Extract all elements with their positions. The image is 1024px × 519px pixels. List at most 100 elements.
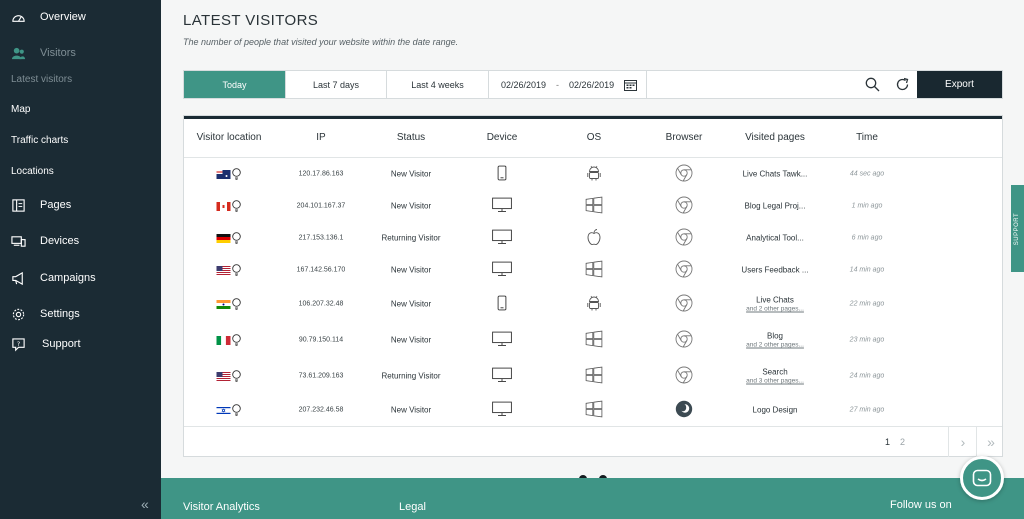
col-visited-pages[interactable]: Visited pages — [745, 132, 805, 143]
next-page-button[interactable]: › — [948, 427, 977, 457]
support-tab[interactable]: SUPPORT — [1011, 185, 1024, 272]
android-icon — [587, 295, 601, 311]
visitor-location-cell[interactable] — [216, 264, 242, 276]
page-1-link[interactable]: 1 — [885, 437, 890, 447]
last-page-button[interactable]: » — [976, 427, 1005, 457]
sidebar-item-devices[interactable]: Devices — [0, 233, 161, 249]
visited-page-title[interactable]: Live Chats — [746, 296, 804, 305]
more-pages-link[interactable]: and 2 other pages... — [746, 342, 804, 349]
visitor-location-cell[interactable] — [216, 168, 242, 180]
visitor-location-cell[interactable] — [216, 404, 242, 416]
visited-pages-cell[interactable]: Blog Legal Proj... — [745, 202, 806, 211]
device-cell — [492, 229, 512, 247]
chat-icon — [972, 469, 992, 487]
sidebar-item-latest-visitors[interactable]: Latest visitors — [0, 72, 161, 86]
sidebar-item-map[interactable]: Map — [0, 102, 161, 116]
chrome-icon — [675, 196, 693, 214]
col-device[interactable]: Device — [487, 132, 518, 143]
sidebar-item-label: Campaigns — [40, 272, 96, 284]
date-from[interactable]: 02/26/2019 — [501, 80, 546, 90]
visited-pages-cell[interactable]: Users Feedback ... — [741, 266, 808, 275]
sidebar-item-traffic-charts[interactable]: Traffic charts — [0, 133, 161, 147]
col-visitor-location[interactable]: Visitor location — [197, 132, 262, 143]
sidebar-item-label: Locations — [11, 165, 54, 177]
date-range-picker[interactable]: 02/26/2019 - 02/26/2019 — [489, 71, 647, 98]
os-cell — [587, 295, 601, 313]
visited-pages-cell[interactable]: Analytical Tool... — [746, 234, 804, 243]
calendar-icon[interactable] — [624, 79, 638, 91]
sidebar-item-label: Traffic charts — [11, 134, 69, 146]
visited-pages-cell[interactable]: Blog and 2 other pages... — [746, 332, 804, 349]
refresh-icon[interactable] — [887, 71, 917, 98]
sidebar-item-support[interactable]: ? Support — [0, 336, 161, 352]
visited-page-title[interactable]: Blog Legal Proj... — [745, 202, 806, 211]
last-4-weeks-button[interactable]: Last 4 weeks — [387, 71, 489, 98]
browser-cell — [675, 366, 693, 386]
date-to[interactable]: 02/26/2019 — [569, 80, 614, 90]
sidebar-item-campaigns[interactable]: Campaigns — [0, 270, 161, 286]
desktop-icon — [492, 331, 512, 346]
desktop-icon — [492, 401, 512, 416]
time-cell: 44 sec ago — [849, 170, 885, 178]
visitor-location-cell[interactable] — [216, 298, 242, 310]
visited-pages-cell[interactable]: Search and 3 other pages... — [746, 368, 804, 385]
time-cell: 24 min ago — [849, 372, 885, 380]
status-cell: New Visitor — [390, 169, 432, 179]
visited-page-title[interactable]: Live Chats Tawk... — [743, 170, 808, 179]
col-os[interactable]: OS — [587, 132, 601, 143]
status-cell: Returning Visitor — [381, 371, 441, 381]
export-button[interactable]: Export — [917, 71, 1002, 98]
visitor-location-cell[interactable] — [216, 232, 242, 244]
apple-icon — [587, 229, 601, 245]
visitor-location-cell[interactable] — [216, 334, 242, 346]
windows-icon — [585, 330, 603, 348]
sidebar-item-overview[interactable]: Overview — [0, 9, 161, 25]
time-cell: 22 min ago — [849, 300, 885, 308]
visited-page-title[interactable]: Users Feedback ... — [741, 266, 808, 275]
visitor-location-cell[interactable] — [216, 370, 242, 382]
phone-icon — [497, 165, 507, 181]
collapse-sidebar-button[interactable]: « — [141, 496, 149, 512]
ip-cell: 106.207.32.48 — [298, 300, 344, 308]
pin-icon — [232, 232, 241, 244]
device-cell — [497, 295, 507, 313]
visited-page-title[interactable]: Analytical Tool... — [746, 234, 804, 243]
sidebar-item-visitors[interactable]: Visitors — [0, 45, 161, 61]
visited-page-title[interactable]: Logo Design — [753, 406, 798, 415]
device-cell — [492, 401, 512, 419]
col-ip[interactable]: IP — [316, 132, 325, 143]
today-button[interactable]: Today — [184, 71, 286, 98]
browser-cell — [675, 294, 693, 314]
more-pages-link[interactable]: and 3 other pages... — [746, 378, 804, 385]
visited-pages-cell[interactable]: Logo Design — [753, 406, 798, 415]
chat-button[interactable] — [960, 456, 1004, 500]
more-pages-link[interactable]: and 2 other pages... — [746, 306, 804, 313]
browser-cell — [675, 330, 693, 350]
os-cell — [587, 229, 601, 248]
windows-icon — [585, 400, 603, 418]
visited-pages-cell[interactable]: Live Chats Tawk... — [743, 170, 808, 179]
last-7-days-button[interactable]: Last 7 days — [286, 71, 387, 98]
page-2-link[interactable]: 2 — [900, 437, 905, 447]
windows-icon — [585, 260, 603, 278]
browser-cell — [675, 196, 693, 216]
col-browser[interactable]: Browser — [666, 132, 703, 143]
pin-icon — [232, 200, 241, 212]
svg-text:?: ? — [17, 339, 21, 347]
visited-page-title[interactable]: Blog — [746, 332, 804, 341]
help-icon: ? — [11, 337, 26, 352]
sidebar-item-settings[interactable]: Settings — [0, 306, 161, 322]
col-time[interactable]: Time — [856, 132, 878, 143]
search-icon[interactable] — [857, 71, 887, 98]
sidebar-item-locations[interactable]: Locations — [0, 164, 161, 178]
col-status[interactable]: Status — [397, 132, 425, 143]
time-cell: 6 min ago — [851, 234, 883, 242]
visited-page-title[interactable]: Search — [746, 368, 804, 377]
flag-us-icon — [216, 265, 231, 275]
visited-pages-cell[interactable]: Live Chats and 2 other pages... — [746, 296, 804, 313]
desktop-icon — [492, 197, 512, 212]
flag-de-icon — [216, 233, 231, 243]
visitor-location-cell[interactable] — [216, 200, 242, 212]
sidebar-item-pages[interactable]: Pages — [0, 197, 161, 213]
